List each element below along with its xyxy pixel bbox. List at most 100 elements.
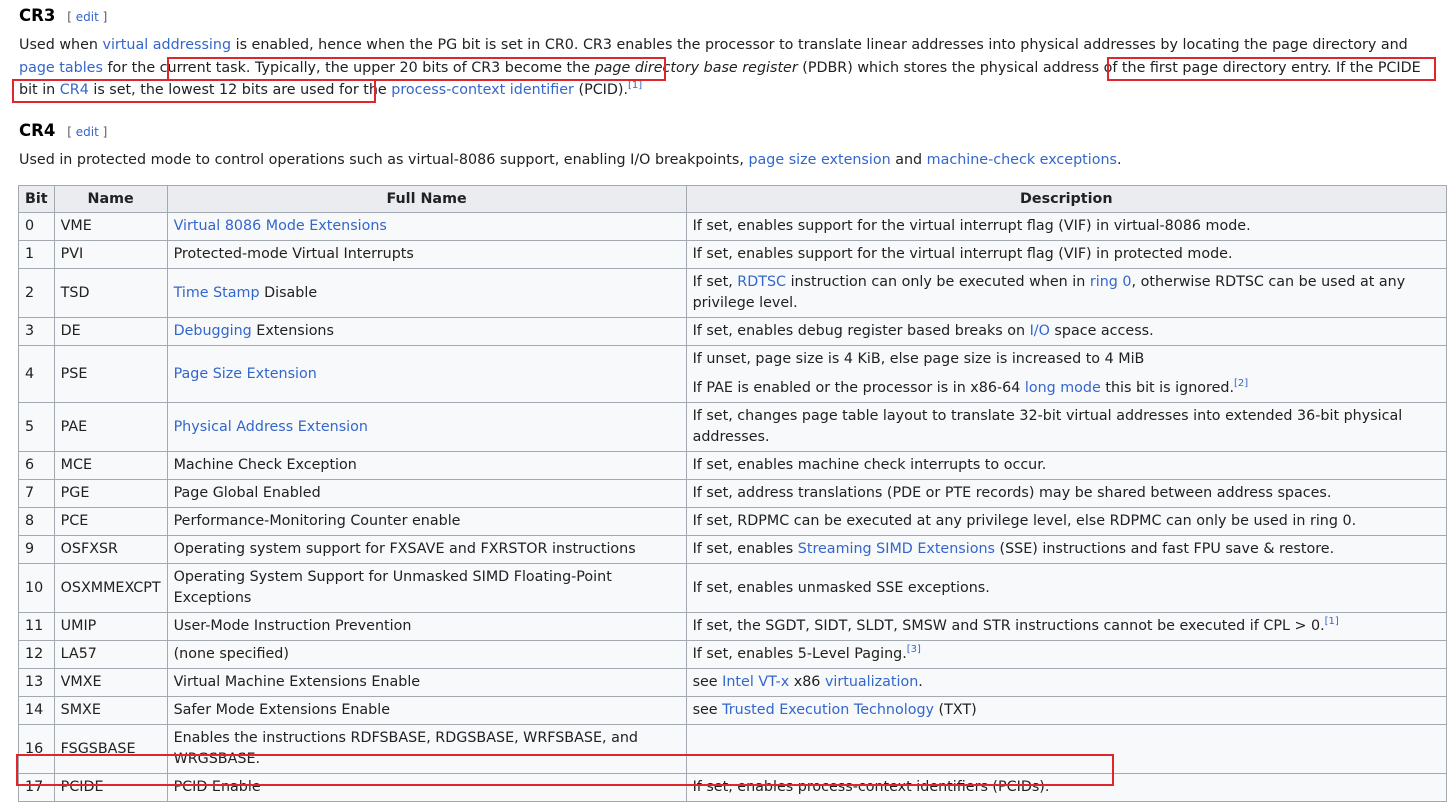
table-row: 14 SMXE Safer Mode Extensions Enable see Tr… bbox=[18, 696, 1448, 725]
cell-text: see bbox=[692, 702, 723, 718]
cr4-bits-table: Bit Name Full Name Description 0 VME Virtu… bbox=[18, 185, 1448, 802]
cell-text: Safer Mode Extensions Enable bbox=[173, 702, 391, 718]
page-size-extension-link[interactable]: page size extension bbox=[748, 152, 890, 168]
description-cell: If set, enables debug register based bre… bbox=[685, 317, 1448, 346]
cell-text: Virtual Machine Extensions Enable bbox=[173, 674, 421, 690]
description-cell: If set, address translations (PDE or PTE… bbox=[685, 479, 1448, 508]
table-header-row: Bit Name Full Name Description bbox=[18, 185, 1448, 213]
full-name-cell: User-Mode Instruction Prevention bbox=[166, 612, 687, 641]
table-row: 1 PVI Protected-mode Virtual Interrupts If … bbox=[18, 240, 1448, 269]
name-cell: PAE bbox=[53, 402, 168, 452]
cell-text: (TXT) bbox=[933, 702, 977, 718]
description-paragraph: If set, enables debug register based bre… bbox=[693, 321, 1440, 342]
full-name-cell: Enables the instructions RDFSBASE, RDGSB… bbox=[166, 724, 687, 774]
full-name-cell: Operating system support for FXSAVE and … bbox=[166, 535, 687, 564]
cell-text: If set, enables 5-Level Paging. bbox=[692, 646, 907, 662]
inline-link[interactable]: Time Stamp bbox=[174, 285, 260, 301]
description-cell: see Trusted Execution Technology (TXT) bbox=[685, 696, 1448, 725]
full-name-cell: (none specified) bbox=[166, 640, 687, 669]
page-tables-link[interactable]: page tables bbox=[19, 60, 103, 76]
header-bit: Bit bbox=[18, 185, 55, 213]
ref-1-link[interactable]: [1] bbox=[628, 80, 642, 91]
description-paragraph: If set, enables support for the virtual … bbox=[693, 244, 1440, 265]
inline-link[interactable]: Intel VT-x bbox=[722, 674, 789, 690]
name-cell: OSXMMEXCPT bbox=[53, 563, 168, 613]
cr4-heading-text: CR4 bbox=[19, 121, 56, 140]
cell-text: Disable bbox=[259, 284, 318, 301]
inline-link[interactable]: Virtual 8086 Mode Extensions bbox=[174, 218, 387, 234]
full-name-cell: Virtual 8086 Mode Extensions bbox=[166, 212, 687, 241]
description-cell: If set, RDTSC instruction can only be ex… bbox=[685, 268, 1448, 318]
inline-link[interactable]: Debugging bbox=[174, 323, 252, 339]
inline-link[interactable]: RDTSC bbox=[737, 274, 786, 290]
description-paragraph: see Trusted Execution Technology (TXT) bbox=[693, 700, 1440, 721]
name-cell: PCIDE bbox=[53, 773, 168, 802]
bit-cell: 9 bbox=[18, 535, 55, 564]
description-paragraph: If set, the SGDT, SIDT, SLDT, SMSW and S… bbox=[693, 616, 1440, 637]
name-cell: DE bbox=[53, 317, 168, 346]
description-paragraph: If set, enables unmasked SSE exceptions. bbox=[693, 578, 1440, 599]
cr3-edit-link[interactable]: edit bbox=[76, 10, 99, 24]
name-cell: FSGSBASE bbox=[53, 724, 168, 774]
full-name-cell: Protected-mode Virtual Interrupts bbox=[166, 240, 687, 269]
inline-link[interactable]: ring 0 bbox=[1090, 274, 1132, 290]
cr3-heading: CR3 [ edit ] bbox=[19, 6, 107, 25]
header-description: Description bbox=[685, 185, 1448, 213]
table-row: 17 PCIDE PCID Enable If set, enables proces… bbox=[18, 773, 1448, 802]
cr3-heading-text: CR3 bbox=[19, 6, 56, 25]
cell-text: x86 bbox=[789, 674, 825, 690]
description-paragraph: If set, RDTSC instruction can only be ex… bbox=[693, 272, 1440, 314]
full-name-cell: Page Size Extension bbox=[166, 345, 687, 403]
inline-link[interactable]: long mode bbox=[1025, 380, 1101, 396]
bit-cell: 0 bbox=[18, 212, 55, 241]
virtual-addressing-link[interactable]: virtual addressing bbox=[103, 37, 232, 53]
inline-link[interactable]: Physical Address Extension bbox=[174, 419, 368, 435]
cr4-link[interactable]: CR4 bbox=[60, 82, 89, 98]
cell-text: If set, enables unmasked SSE exceptions. bbox=[692, 579, 990, 596]
inline-link[interactable]: virtualization bbox=[825, 674, 918, 690]
name-cell: PSE bbox=[53, 345, 168, 403]
description-cell: see Intel VT-x x86 virtualization. bbox=[685, 668, 1448, 697]
description-paragraph: If set, enables machine check interrupts… bbox=[693, 455, 1440, 476]
reference-link[interactable]: [2] bbox=[1234, 378, 1248, 389]
table-body: 0 VME Virtual 8086 Mode Extensions If set, … bbox=[18, 212, 1448, 802]
description-paragraph: If set, changes page table layout to tra… bbox=[693, 406, 1440, 448]
table-row: 5 PAE Physical Address Extension If set, ch… bbox=[18, 402, 1448, 452]
cell-text: space access. bbox=[1049, 323, 1154, 339]
cell-text: Performance-Monitoring Counter enable bbox=[173, 513, 461, 529]
cr4-edit-link[interactable]: edit bbox=[76, 125, 99, 139]
bit-cell: 5 bbox=[18, 402, 55, 452]
reference-link[interactable]: [1] bbox=[1325, 616, 1339, 627]
cell-text: If set, changes page table layout to tra… bbox=[692, 408, 1403, 445]
name-cell: UMIP bbox=[53, 612, 168, 641]
cell-text: Operating system support for FXSAVE and … bbox=[173, 541, 636, 557]
reference-link[interactable]: [3] bbox=[907, 644, 921, 655]
bit-cell: 11 bbox=[18, 612, 55, 641]
inline-link[interactable]: Streaming SIMD Extensions bbox=[798, 541, 995, 557]
machine-check-exceptions-link[interactable]: machine-check exceptions bbox=[927, 152, 1117, 168]
bit-cell: 6 bbox=[18, 451, 55, 480]
full-name-cell: Page Global Enabled bbox=[166, 479, 687, 508]
full-name-cell: Operating System Support for Unmasked SI… bbox=[166, 563, 687, 613]
table-row: 7 PGE Page Global Enabled If set, address t… bbox=[18, 479, 1448, 508]
table-row: 11 UMIP User-Mode Instruction Prevention If… bbox=[18, 612, 1448, 641]
inline-link[interactable]: I/O bbox=[1030, 323, 1050, 339]
reference-sup: [2] bbox=[1234, 378, 1248, 389]
full-name-cell: Performance-Monitoring Counter enable bbox=[166, 507, 687, 536]
inline-link[interactable]: Page Size Extension bbox=[174, 366, 317, 382]
full-name-cell: Time Stamp Disable bbox=[166, 268, 687, 318]
bit-cell: 17 bbox=[18, 773, 55, 802]
cell-text: If set, enables support for the virtual … bbox=[692, 218, 1251, 234]
bit-cell: 13 bbox=[18, 668, 55, 697]
inline-link[interactable]: Trusted Execution Technology bbox=[722, 702, 934, 718]
description-cell: If set, the SGDT, SIDT, SLDT, SMSW and S… bbox=[685, 612, 1448, 641]
name-cell: TSD bbox=[53, 268, 168, 318]
cell-text: If set, enables process-context identifi… bbox=[692, 779, 1050, 795]
cell-text: (none specified) bbox=[173, 646, 289, 662]
cr4-edit-section: [ edit ] bbox=[67, 125, 108, 139]
process-context-identifier-link[interactable]: process-context identifier bbox=[391, 82, 574, 98]
name-cell: PVI bbox=[53, 240, 168, 269]
cell-text: Extensions bbox=[251, 323, 334, 339]
cell-text: If set, enables machine check interrupts… bbox=[692, 457, 1047, 473]
bit-cell: 3 bbox=[18, 317, 55, 346]
